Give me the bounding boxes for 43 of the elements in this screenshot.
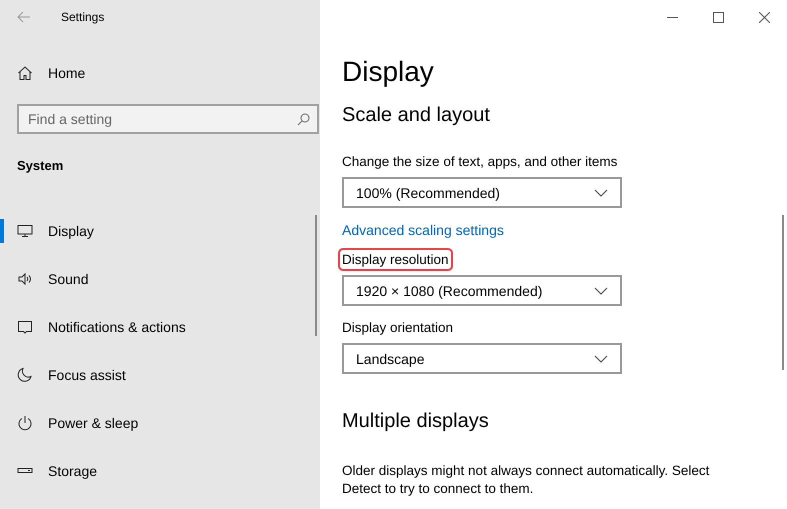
nav-item[interactable]: Display xyxy=(0,207,320,255)
nav-item[interactable]: Focus assist xyxy=(0,351,320,399)
nav-label: Notifications & actions xyxy=(48,319,186,335)
nav-item[interactable]: Storage xyxy=(0,447,320,495)
section-heading: Scale and layout xyxy=(342,103,490,128)
section-heading: System xyxy=(16,157,64,173)
home-link[interactable]: Home xyxy=(0,34,320,90)
message-icon xyxy=(17,319,33,335)
nav-item[interactable]: Notifications & actions xyxy=(0,303,320,351)
dropdown[interactable]: Landscape xyxy=(342,343,622,374)
nav-label: Sound xyxy=(48,271,88,287)
setting-label: Change the size of text, apps, and other items xyxy=(341,153,618,171)
dropdown[interactable]: 100% (Recommended) xyxy=(342,177,622,208)
chevron-down-icon xyxy=(594,286,608,294)
home-label: Home xyxy=(48,65,86,81)
nav-item[interactable]: Power & sleep xyxy=(0,399,320,447)
nav-label: Focus assist xyxy=(48,367,126,383)
chevron-down-icon xyxy=(594,354,608,362)
nav-label: Power & sleep xyxy=(48,415,138,431)
search-icon xyxy=(297,113,310,126)
search-field[interactable]: Find a setting xyxy=(17,104,319,134)
window-title: Settings xyxy=(61,10,104,24)
nav-label: Display xyxy=(48,223,94,239)
description-text: Older displays might not always connect automatically. Select Detect to try to connect to them. xyxy=(342,462,710,498)
setting-label: Display orientation xyxy=(341,319,454,337)
setting-label: Display resolution xyxy=(340,250,451,269)
speaker-icon xyxy=(17,271,33,287)
back-arrow-icon[interactable] xyxy=(17,11,31,23)
scrollbar[interactable] xyxy=(315,215,317,336)
close-icon xyxy=(758,12,770,22)
section-heading: Multiple displays xyxy=(342,409,489,434)
monitor-icon xyxy=(17,223,33,239)
moon-icon xyxy=(17,367,33,383)
nav-label: Storage xyxy=(48,463,98,479)
maximize-icon xyxy=(712,12,724,22)
link[interactable]: Advanced scaling settings xyxy=(342,222,504,238)
page-title: Display xyxy=(342,55,435,89)
chevron-down-icon xyxy=(594,188,608,196)
dropdown[interactable]: 1920 × 1080 (Recommended) xyxy=(342,275,622,306)
power-icon xyxy=(17,415,33,431)
scrollbar[interactable] xyxy=(782,215,784,370)
home-icon xyxy=(17,65,33,81)
nav-item[interactable]: Sound xyxy=(0,255,320,303)
